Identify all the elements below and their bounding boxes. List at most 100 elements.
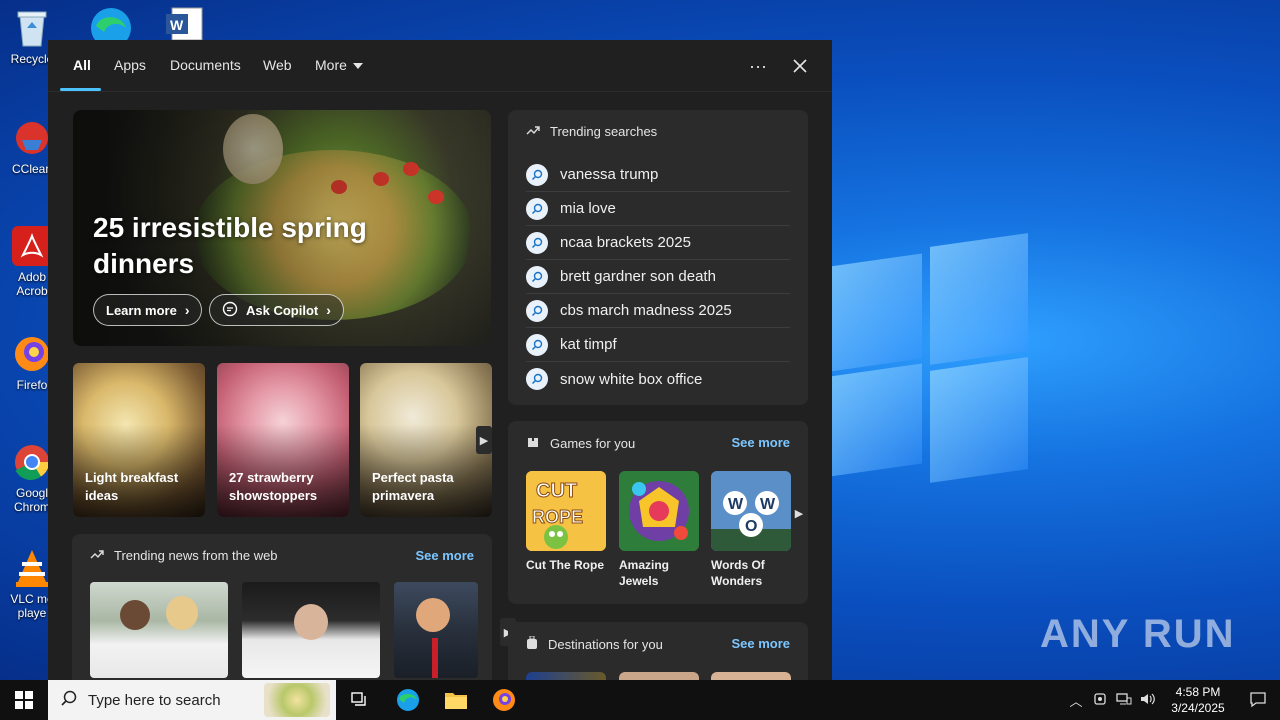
tab-all[interactable]: All	[73, 57, 91, 73]
search-icon	[526, 163, 548, 186]
tab-apps[interactable]: Apps	[114, 57, 146, 73]
clock-time: 4:58 PM	[1175, 685, 1221, 699]
folder-icon	[445, 693, 467, 709]
trending-search-item[interactable]: vanessa trump	[526, 158, 790, 192]
trending-search-label: cbs march madness 2025	[560, 302, 732, 319]
svg-text:ROPE: ROPE	[532, 507, 583, 527]
tab-more-label: More	[315, 57, 347, 73]
firefox-icon	[12, 334, 52, 374]
cut-the-rope-thumbnail: CUT ROPE	[526, 471, 606, 551]
trending-search-item[interactable]: snow white box office	[526, 362, 790, 396]
taskbar-edge[interactable]	[384, 680, 432, 720]
edge-icon	[91, 8, 131, 48]
destination-thumbnail[interactable]	[526, 672, 606, 680]
destinations-header: Destinations for you	[526, 635, 663, 653]
search-icon	[526, 333, 548, 356]
windows-start-icon	[15, 691, 33, 709]
story-title: Perfect pasta primavera	[372, 470, 454, 503]
search-icon	[526, 265, 548, 288]
news-thumbnail[interactable]	[242, 582, 380, 678]
chevron-right-icon: ›	[184, 302, 190, 318]
words-of-wonders-thumbnail: WWO	[711, 471, 791, 551]
learn-more-button[interactable]: Learn more ›	[93, 294, 203, 326]
search-highlight-image	[264, 683, 330, 717]
story-card[interactable]: Light breakfast ideas	[73, 363, 205, 517]
trending-news-header: Trending news from the web	[90, 548, 278, 563]
volume-icon[interactable]	[1136, 692, 1160, 709]
taskbar-file-explorer[interactable]	[432, 680, 480, 720]
active-tab-indicator	[60, 88, 101, 91]
destination-thumbnail[interactable]	[619, 672, 699, 680]
taskbar-search-box[interactable]: Type here to search	[48, 680, 336, 720]
ask-copilot-button[interactable]: Ask Copilot ›	[209, 294, 344, 326]
trending-search-item[interactable]: brett gardner son death	[526, 260, 790, 294]
news-thumbnail[interactable]	[90, 582, 228, 678]
hero-card[interactable]: 25 irresistible spring dinners Learn mor…	[73, 110, 491, 346]
games-next-arrow[interactable]: ▶	[792, 499, 806, 527]
games-header: Games for you	[526, 435, 635, 452]
windows-logo-wallpaper	[830, 233, 1030, 483]
vlc-icon	[12, 548, 52, 588]
search-tabs-bar: All Apps Documents Web More ···	[48, 40, 832, 92]
news-thumbnail[interactable]	[394, 582, 478, 678]
game-name: Amazing Jewels	[619, 558, 670, 588]
story-card[interactable]: 27 strawberry showstoppers	[217, 363, 349, 517]
trending-arrow-icon	[90, 548, 104, 563]
game-tile[interactable]: Amazing Jewels	[619, 471, 699, 589]
story-title: Light breakfast ideas	[85, 470, 179, 503]
story-title: 27 strawberry showstoppers	[229, 470, 318, 503]
trending-search-label: ncaa brackets 2025	[560, 234, 691, 251]
game-tile[interactable]: CUT ROPE Cut The Rope	[526, 471, 606, 573]
games-title: Games for you	[550, 436, 636, 451]
meet-now-icon[interactable]	[1088, 692, 1112, 709]
taskbar-firefox[interactable]	[480, 680, 528, 720]
stories-next-arrow[interactable]: ▶	[476, 426, 492, 454]
clock[interactable]: 4:58 PM 3/24/2025	[1160, 684, 1236, 716]
destination-thumbnail[interactable]	[711, 672, 791, 680]
anyrun-watermark: ANY RUN	[1040, 612, 1236, 656]
chevron-right-icon: ›	[326, 302, 331, 318]
trending-search-label: brett gardner son death	[560, 268, 716, 285]
destinations-see-more[interactable]: See more	[731, 636, 790, 651]
chrome-icon	[12, 442, 52, 482]
tab-documents[interactable]: Documents	[170, 57, 241, 73]
destinations-title: Destinations for you	[548, 637, 663, 652]
ellipsis-icon[interactable]: ···	[746, 54, 770, 78]
desktop-icon-word[interactable]: W	[164, 6, 204, 41]
game-name: Words Of Wonders	[711, 558, 765, 588]
svg-text:W: W	[170, 17, 184, 33]
trending-search-item[interactable]: kat timpf	[526, 328, 790, 362]
edge-icon	[397, 689, 419, 711]
search-placeholder: Type here to search	[88, 691, 221, 709]
game-name: Cut The Rope	[526, 558, 604, 572]
games-panel: Games for you See more CUT ROPE Cut The R…	[508, 421, 808, 604]
game-tile[interactable]: WWO Words Of Wonders	[711, 471, 791, 589]
close-icon[interactable]	[788, 54, 812, 78]
trending-search-item[interactable]: cbs march madness 2025	[526, 294, 790, 328]
games-see-more[interactable]: See more	[731, 435, 790, 450]
svg-text:O: O	[745, 518, 757, 535]
trending-search-item[interactable]: mia love	[526, 192, 790, 226]
acrobat-icon	[12, 226, 52, 266]
trending-searches-panel: Trending searches vanessa trump mia love n…	[508, 110, 808, 405]
search-icon	[526, 197, 548, 220]
start-button[interactable]	[0, 680, 48, 720]
trending-news-see-more[interactable]: See more	[415, 548, 474, 563]
tab-web[interactable]: Web	[263, 57, 292, 73]
trending-searches-title: Trending searches	[550, 124, 658, 139]
notification-icon[interactable]	[1236, 691, 1280, 710]
trending-search-label: mia love	[560, 200, 616, 217]
trending-news-title: Trending news from the web	[114, 548, 278, 563]
trending-search-item[interactable]: ncaa brackets 2025	[526, 226, 790, 260]
network-icon[interactable]	[1112, 692, 1136, 709]
task-view-button[interactable]	[336, 680, 384, 720]
story-card[interactable]: Perfect pasta primavera	[360, 363, 492, 517]
clock-date: 3/24/2025	[1171, 701, 1225, 715]
chevron-up-icon[interactable]: ︿	[1064, 691, 1088, 710]
ccleaner-icon	[12, 118, 52, 158]
desktop-icon-edge[interactable]	[86, 4, 136, 48]
word-icon: W	[166, 7, 203, 41]
tab-more[interactable]: More	[315, 57, 363, 73]
taskbar: Type here to search ︿ 4:58 PM 3/24/2025	[0, 680, 1280, 720]
trending-search-label: kat timpf	[560, 336, 617, 353]
